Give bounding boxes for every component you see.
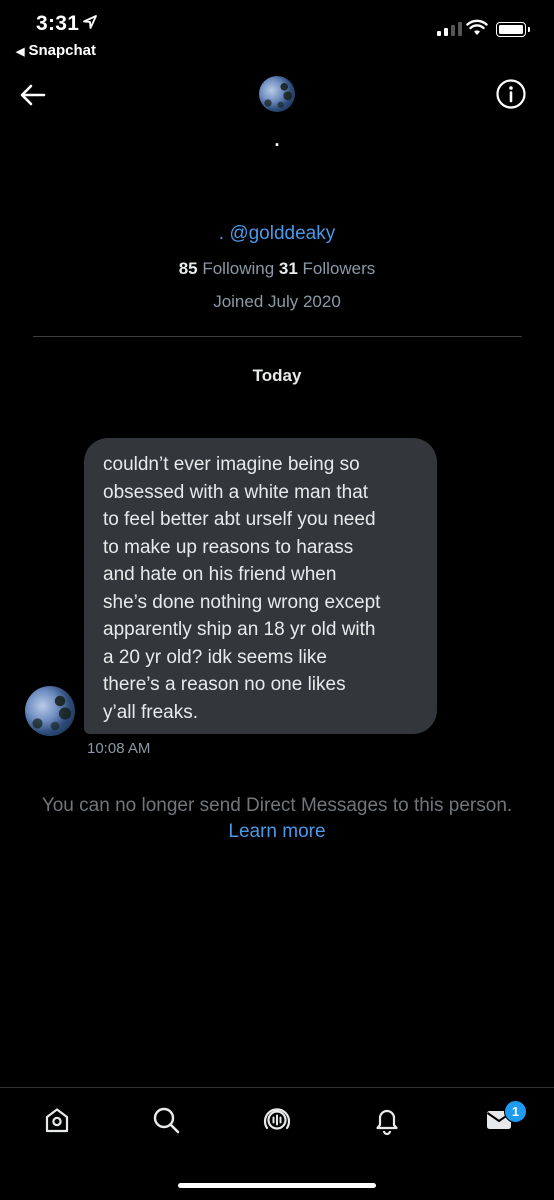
tab-notifications[interactable] [367, 1100, 407, 1140]
learn-more-link[interactable]: Learn more [0, 821, 554, 843]
message-line: to feel better abt urself you need [103, 509, 376, 530]
back-triangle-icon: ◀ [16, 46, 25, 58]
following-count: 85 [178, 259, 198, 278]
cellular-signal-icon [437, 22, 462, 36]
messages-badge: 1 [504, 1100, 527, 1123]
info-icon[interactable] [495, 78, 527, 110]
profile-stats: 85 Following 31 Followers [0, 259, 554, 279]
message-line: and hate on his friend when [103, 564, 337, 585]
home-icon [45, 1108, 69, 1133]
following-label: Following [202, 259, 275, 278]
battery-icon [496, 22, 526, 37]
message-bubble[interactable]: couldn’t ever imagine being so obsessed … [84, 438, 437, 734]
joined-date: Joined July 2020 [213, 292, 341, 311]
tab-bar-divider [0, 1087, 554, 1088]
message-line: obsessed with a white man that [103, 481, 369, 503]
message-line: to make up reasons to harass [103, 536, 354, 558]
header-avatar[interactable] [259, 76, 295, 112]
message-line: there’s a reason no one likes [103, 674, 346, 695]
search-icon [153, 1107, 180, 1134]
dm-restricted-notice: You can no longer send Direct Messages t… [41, 795, 513, 816]
divider [33, 336, 522, 337]
date-separator: Today [252, 366, 302, 385]
back-to-app-link[interactable]: ◀ Snapchat [16, 42, 96, 59]
message-timestamp: 10:08 AM [87, 740, 151, 757]
location-arrow-icon [83, 15, 97, 29]
back-app-label: Snapchat [28, 42, 96, 59]
back-arrow-icon[interactable] [18, 80, 48, 110]
tab-spaces[interactable] [257, 1100, 297, 1140]
bell-icon [376, 1109, 398, 1135]
battery-tip [528, 27, 530, 32]
spaces-icon [263, 1108, 291, 1130]
wifi-icon [466, 19, 488, 35]
header-display-name: . [274, 130, 280, 150]
message-line: y’all freaks. [103, 701, 199, 723]
message-line: couldn’t ever imagine being so [103, 454, 360, 475]
profile-name-handle[interactable]: . @golddeaky [0, 223, 554, 245]
profile-name: . [218, 223, 225, 244]
profile-handle: @golddeaky [229, 223, 336, 244]
sender-avatar[interactable] [25, 686, 75, 736]
home-indicator[interactable] [178, 1183, 376, 1188]
tab-home[interactable] [37, 1100, 77, 1140]
status-time: 3:31 [36, 12, 80, 35]
followers-count: 31 [278, 259, 298, 278]
tab-search[interactable] [146, 1100, 186, 1140]
message-line: a 20 yr old? idk seems like [103, 646, 327, 668]
followers-label: Followers [302, 259, 376, 278]
message-line: apparently ship an 18 yr old with [103, 619, 376, 640]
message-line: she’s done nothing wrong except [103, 591, 381, 613]
